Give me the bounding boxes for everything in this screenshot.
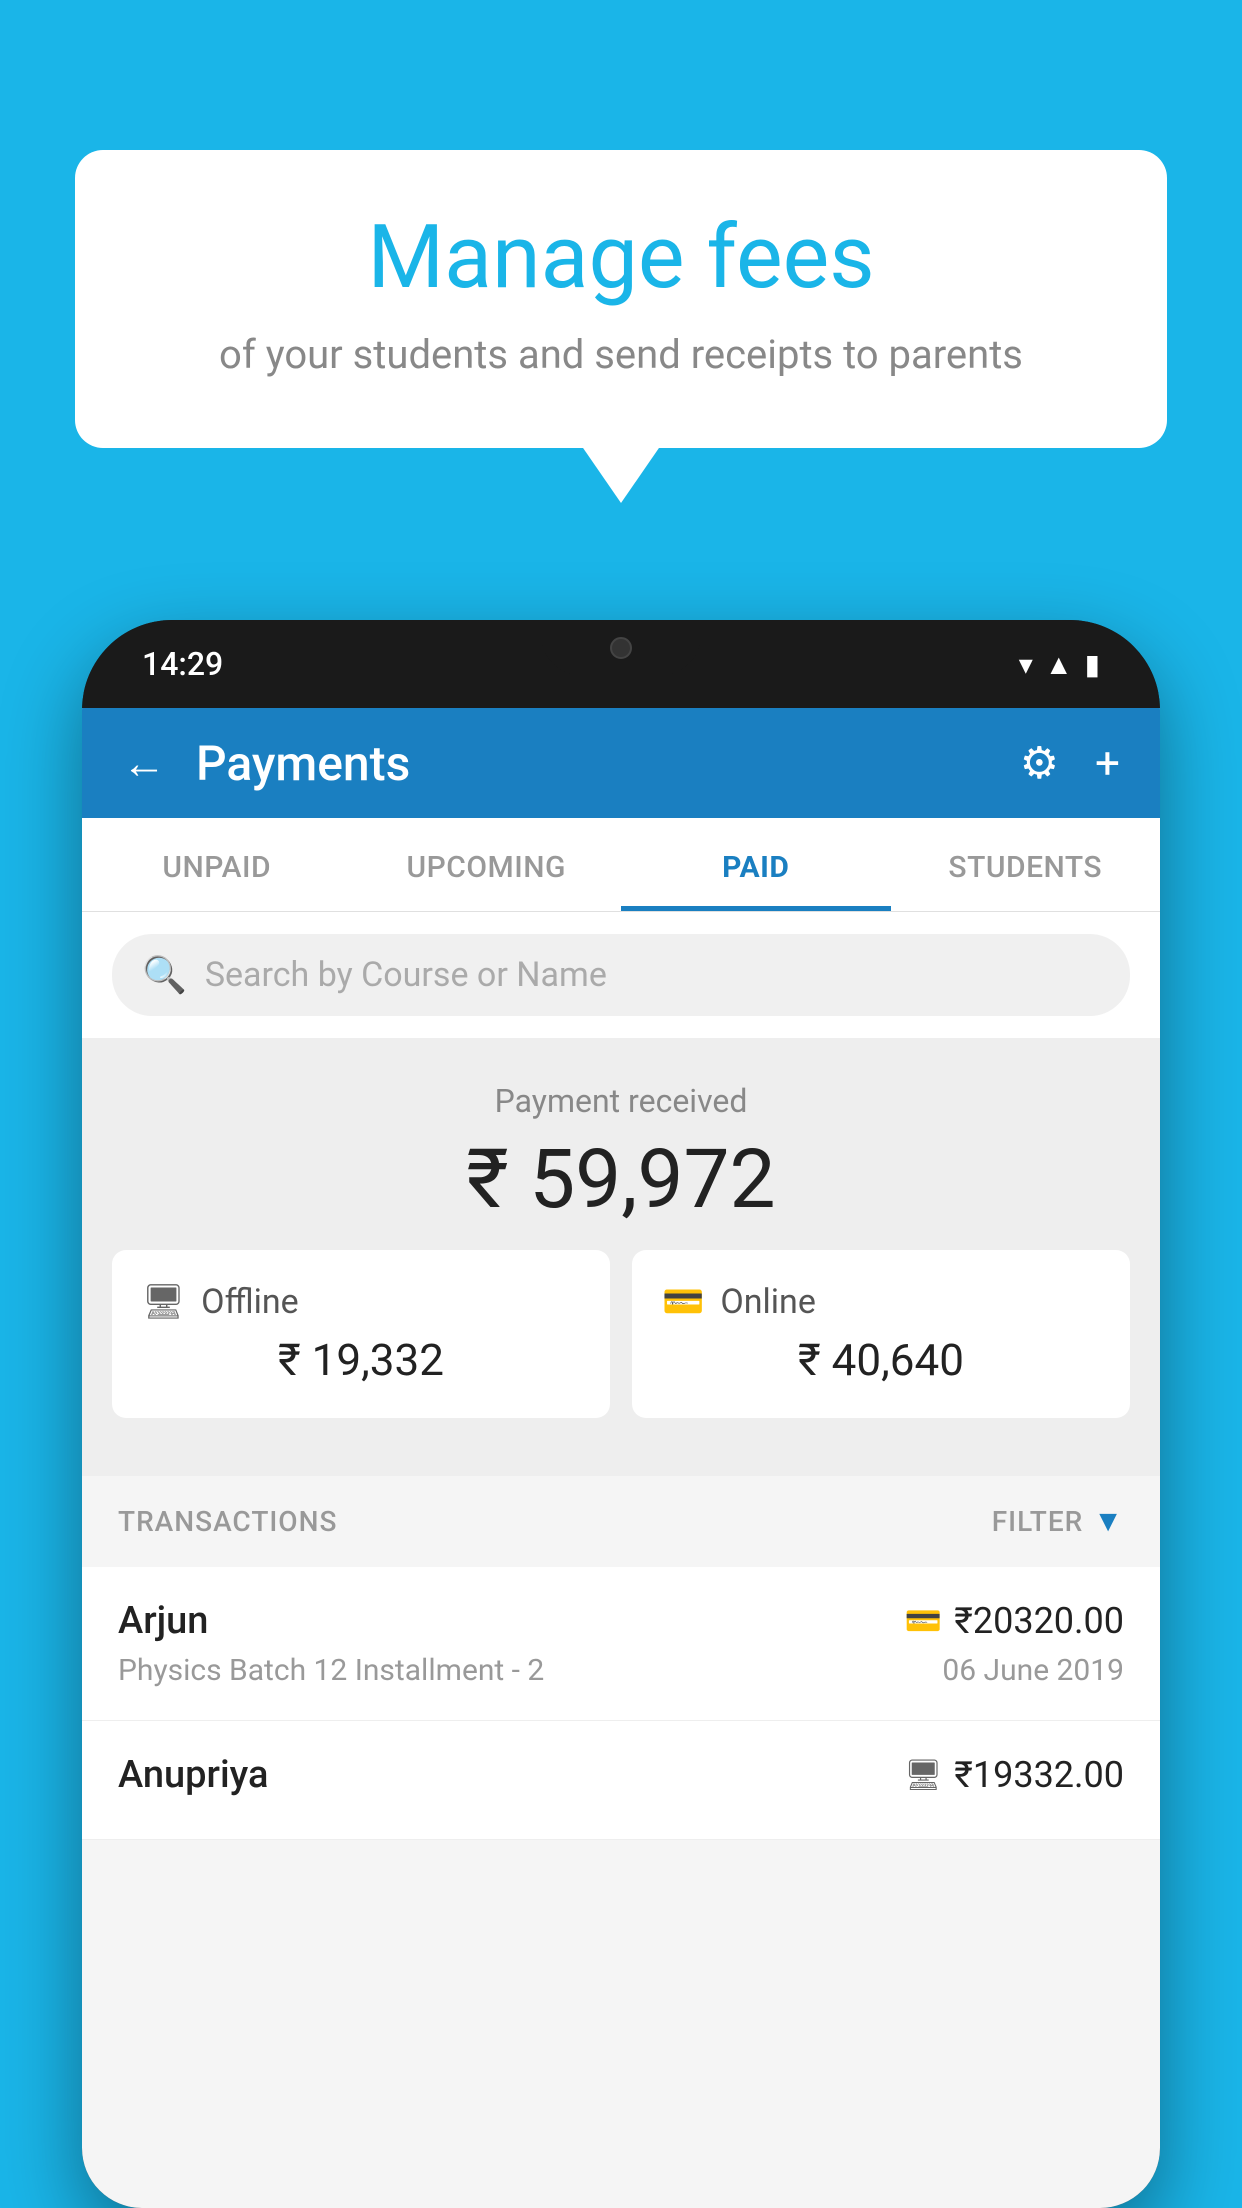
transactions-header: TRANSACTIONS FILTER ▼ [82, 1476, 1160, 1567]
transaction-date-arjun: 06 June 2019 [942, 1653, 1124, 1688]
payment-received-amount: ₹ 59,972 [82, 1132, 1160, 1228]
transaction-amount-arjun-wrap: 💳 ₹20320.00 [905, 1600, 1124, 1642]
search-input[interactable]: Search by Course or Name [205, 955, 607, 995]
online-card-header: 💳 Online [662, 1282, 1100, 1322]
transaction-name-arjun: Arjun [118, 1599, 208, 1643]
transaction-name-anupriya: Anupriya [118, 1753, 268, 1797]
app-screen: ← Payments ⚙ + UNPAID UPCOMING PAID STUD… [82, 708, 1160, 2208]
tab-paid[interactable]: PAID [621, 818, 891, 911]
page-title: Payments [196, 735, 1020, 792]
tab-upcoming[interactable]: UPCOMING [352, 818, 622, 911]
online-card: 💳 Online ₹ 40,640 [632, 1250, 1130, 1418]
wifi-icon: ▾ [1019, 648, 1033, 681]
battery-icon: ▮ [1085, 648, 1100, 681]
camera-dot [610, 637, 632, 659]
transaction-item-anupriya[interactable]: Anupriya 🖥 ₹19332.00 [82, 1721, 1160, 1840]
status-bar: 14:29 ▾ ▲ ▮ [82, 620, 1160, 708]
tabs-bar: UNPAID UPCOMING PAID STUDENTS [82, 818, 1160, 912]
notch [541, 620, 701, 675]
transaction-amount-arjun: ₹20320.00 [954, 1600, 1124, 1642]
offline-card-header: 🖥 Offline [142, 1282, 580, 1322]
bubble-subtitle: of your students and send receipts to pa… [155, 331, 1087, 378]
filter-label: FILTER [992, 1505, 1084, 1538]
status-time: 14:29 [142, 645, 223, 683]
offline-icon: 🖥 [142, 1282, 185, 1322]
filter-button[interactable]: FILTER ▼ [992, 1504, 1124, 1539]
settings-icon[interactable]: ⚙ [1020, 737, 1059, 789]
payment-received-label: Payment received [82, 1082, 1160, 1120]
transaction-amount-anupriya: ₹19332.00 [954, 1754, 1124, 1796]
cards-row: 🖥 Offline ₹ 19,332 💳 Online ₹ 40,640 [82, 1228, 1160, 1440]
transaction-desc-arjun: Physics Batch 12 Installment - 2 [118, 1653, 544, 1688]
transaction-item-arjun[interactable]: Arjun 💳 ₹20320.00 Physics Batch 12 Insta… [82, 1567, 1160, 1721]
tab-unpaid[interactable]: UNPAID [82, 818, 352, 911]
transaction-type-icon-anupriya: 🖥 [904, 1758, 942, 1793]
transaction-amount-anupriya-wrap: 🖥 ₹19332.00 [904, 1754, 1124, 1796]
online-amount: ₹ 40,640 [662, 1334, 1100, 1386]
back-button[interactable]: ← [122, 737, 166, 789]
transactions-label: TRANSACTIONS [118, 1505, 337, 1538]
transaction-row-arjun: Arjun 💳 ₹20320.00 [118, 1599, 1124, 1643]
payment-section: Payment received ₹ 59,972 🖥 Offline ₹ 19… [82, 1038, 1160, 1476]
bubble-title: Manage fees [155, 210, 1087, 307]
tab-students[interactable]: STUDENTS [891, 818, 1161, 911]
transaction-sub-arjun: Physics Batch 12 Installment - 2 06 June… [118, 1653, 1124, 1688]
search-icon: 🔍 [142, 954, 187, 996]
transaction-row-anupriya: Anupriya 🖥 ₹19332.00 [118, 1753, 1124, 1797]
search-container: 🔍 Search by Course or Name [82, 912, 1160, 1038]
header-icons: ⚙ + [1020, 737, 1120, 789]
speech-bubble: Manage fees of your students and send re… [75, 150, 1167, 448]
transaction-type-icon-arjun: 💳 [905, 1604, 942, 1639]
signal-icon: ▲ [1045, 648, 1073, 681]
online-icon: 💳 [662, 1282, 704, 1322]
phone-frame: 14:29 ▾ ▲ ▮ ← Payments ⚙ + UNPAID UPCOMI… [82, 620, 1160, 2208]
app-header: ← Payments ⚙ + [82, 708, 1160, 818]
offline-card: 🖥 Offline ₹ 19,332 [112, 1250, 610, 1418]
online-label: Online [720, 1282, 816, 1322]
offline-label: Offline [201, 1282, 298, 1322]
offline-amount: ₹ 19,332 [142, 1334, 580, 1386]
filter-icon: ▼ [1093, 1504, 1124, 1539]
search-bar[interactable]: 🔍 Search by Course or Name [112, 934, 1130, 1016]
status-icons: ▾ ▲ ▮ [1019, 648, 1100, 681]
add-icon[interactable]: + [1095, 737, 1120, 789]
